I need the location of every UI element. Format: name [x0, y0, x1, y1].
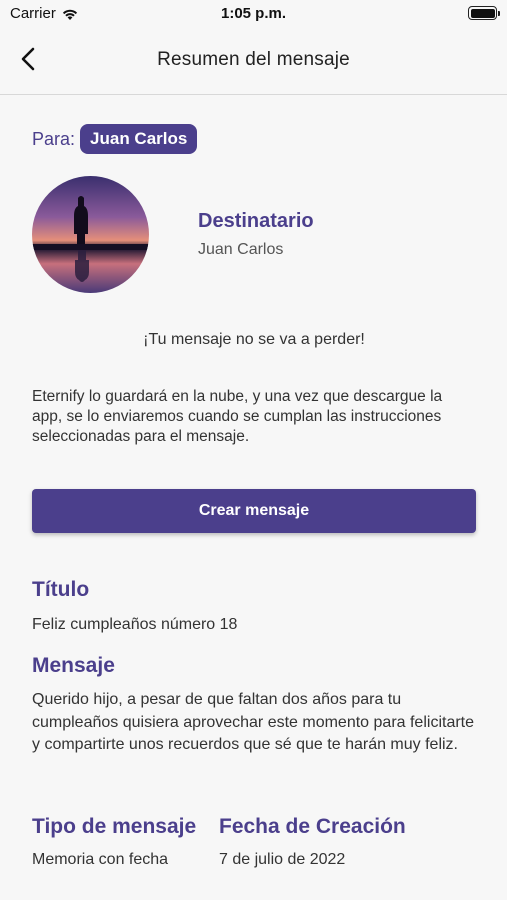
- recipient-row: Para: Juan Carlos: [32, 124, 198, 154]
- recipient-heading: Destinatario: [198, 210, 314, 232]
- message-type-label: Tipo de mensaje: [32, 815, 197, 838]
- page-title: Resumen del mensaje: [157, 49, 350, 70]
- message-value: Querido hijo, a pesar de que faltan dos …: [32, 691, 475, 753]
- recipient-info: Destinatario Juan Carlos: [198, 210, 314, 259]
- battery-icon: [468, 6, 500, 20]
- avatar-image: [32, 176, 149, 293]
- notice-text: ¡Tu mensaje no se va a perder!: [143, 331, 365, 348]
- title-label: Título: [32, 578, 90, 601]
- title-value: Feliz cumpleaños número 18: [32, 616, 238, 633]
- status-time: 1:05 p.m.: [220, 5, 287, 22]
- recipient-name: Juan Carlos: [198, 241, 284, 258]
- navigation-bar: Resumen del mensaje: [0, 28, 507, 95]
- message-type-value: Memoria con fecha: [32, 851, 169, 868]
- creation-date-label: Fecha de Creación: [219, 815, 406, 838]
- creation-date-value: 7 de julio de 2022: [219, 851, 346, 868]
- message-label: Mensaje: [32, 654, 115, 677]
- description-text: Eternify lo guardará en la nube, y una v…: [32, 388, 443, 445]
- recipient-chip: Juan Carlos: [80, 124, 198, 154]
- status-bar: Carrier 1:05 p.m.: [0, 0, 507, 28]
- create-message-button[interactable]: Crear mensaje: [32, 489, 476, 533]
- avatar: [32, 176, 149, 293]
- to-label: Para:: [32, 128, 76, 149]
